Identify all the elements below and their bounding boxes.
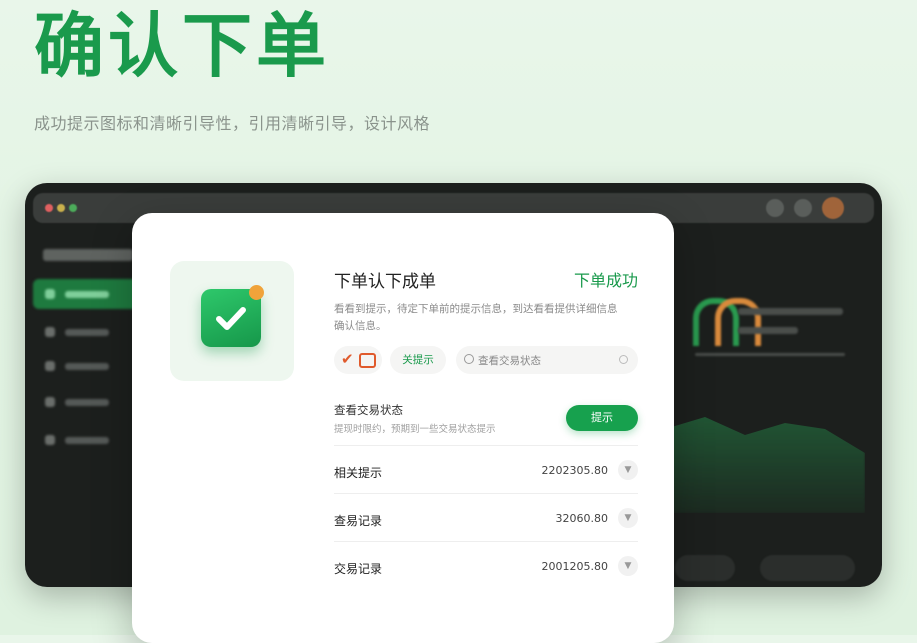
- order-confirm-dialog: 下单认下成单 下单成功 看看到提示，待定下单前的提示信息，到达看看提供详细信息确…: [132, 213, 674, 643]
- sidebar-item: [33, 351, 143, 381]
- sidebar-item: [33, 387, 143, 417]
- search-box: [456, 346, 638, 374]
- chevron-down-icon[interactable]: ▼: [618, 460, 638, 480]
- row-value: 2202305.80: [541, 464, 608, 477]
- query-section-title: 查看交易状态: [334, 403, 403, 417]
- row-value: 2001205.80: [541, 560, 608, 573]
- list-item[interactable]: 查易记录 32060.80 ▼: [334, 493, 638, 542]
- page-title: 确认下单: [34, 5, 330, 87]
- chevron-down-icon[interactable]: ▼: [618, 556, 638, 576]
- row-value: 32060.80: [555, 512, 609, 525]
- sidebar-logo: [43, 249, 133, 261]
- bell-icon: [794, 199, 812, 217]
- background-area-chart: [665, 417, 865, 513]
- background-button: [675, 555, 735, 581]
- chevron-down-icon[interactable]: ▼: [618, 508, 638, 528]
- dialog-description: 看看到提示，待定下单前的提示信息，到达看看提供详细信息确认信息。: [334, 303, 618, 332]
- avatar: [822, 197, 844, 219]
- check-mark-icon: ✔: [341, 350, 354, 368]
- list-item[interactable]: 交易记录 2001205.80 ▼: [334, 541, 638, 590]
- background-text: [738, 308, 843, 315]
- settings-icon: [766, 199, 784, 217]
- row-label: 相关提示: [334, 466, 383, 480]
- minimize-window-icon: [57, 204, 65, 212]
- background-text: [738, 327, 798, 334]
- query-section-subtitle: 提现时限约，预期到一些交易状态提示: [334, 424, 496, 435]
- close-window-icon: [45, 204, 53, 212]
- sidebar-item-active: [33, 279, 143, 309]
- sidebar-item: [33, 317, 143, 347]
- success-status: 下单成功: [573, 271, 638, 290]
- icon-chip[interactable]: ✔: [334, 346, 382, 374]
- page-subtitle: 成功提示图标和清晰引导性，引用清晰引导，设计风格: [34, 114, 431, 133]
- row-label: 交易记录: [334, 562, 383, 576]
- background-divider: [695, 353, 845, 356]
- success-icon-tile: [170, 261, 294, 381]
- maximize-window-icon: [69, 204, 77, 212]
- background-sidebar: [33, 235, 148, 577]
- submit-button[interactable]: 提示: [566, 405, 638, 431]
- search-input[interactable]: [476, 350, 620, 372]
- close-tip-chip[interactable]: 关提示: [390, 346, 446, 374]
- wallet-icon: [359, 353, 376, 368]
- notification-dot: [249, 285, 264, 300]
- list-item[interactable]: 相关提示 2202305.80 ▼: [334, 445, 638, 494]
- background-button: [760, 555, 855, 581]
- search-icon: [464, 354, 474, 364]
- refresh-icon[interactable]: [619, 355, 628, 364]
- dialog-title: 下单认下成单: [334, 272, 436, 292]
- row-label: 查易记录: [334, 514, 383, 528]
- background-gauge: [715, 298, 761, 346]
- sidebar-item: [33, 425, 143, 455]
